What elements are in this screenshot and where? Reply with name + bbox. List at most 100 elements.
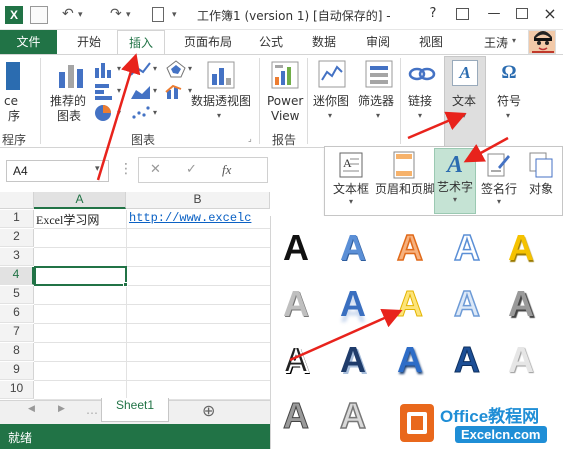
signature-line-item[interactable]: 签名行 ▾: [478, 148, 520, 214]
scatter-chart-icon[interactable]: [130, 104, 152, 122]
pivot-chart-dropdown-icon[interactable]: ▾: [217, 111, 221, 120]
wordart-style-17[interactable]: A: [325, 390, 381, 442]
wordart-style-1[interactable]: A: [268, 222, 324, 274]
customize-qat-icon[interactable]: ▾: [172, 10, 177, 20]
wordart-style-14[interactable]: A: [439, 334, 495, 386]
user-dropdown-icon[interactable]: ▾: [512, 36, 516, 45]
tab-page-layout[interactable]: 页面布局: [176, 30, 240, 54]
recommended-charts-label-1[interactable]: 推荐的: [50, 94, 86, 109]
row-header[interactable]: 5: [0, 286, 34, 304]
minimize-icon[interactable]: —: [485, 6, 503, 21]
sparkline-dropdown-icon[interactable]: ▾: [328, 111, 332, 120]
next-sheet-icon[interactable]: ▶: [58, 404, 65, 414]
link-dropdown-icon[interactable]: ▾: [418, 111, 422, 120]
redo-dropdown-icon[interactable]: ▾: [126, 10, 131, 20]
row-header[interactable]: 7: [0, 324, 34, 342]
avatar[interactable]: [528, 30, 556, 54]
column-header-b[interactable]: B: [126, 192, 270, 209]
sparkline-label[interactable]: 迷你图: [313, 94, 349, 109]
save-icon[interactable]: [30, 6, 48, 24]
object-item[interactable]: 对象: [521, 148, 561, 214]
name-box[interactable]: A4: [6, 160, 109, 182]
redo-icon[interactable]: ↷: [110, 6, 122, 22]
row-header[interactable]: 9: [0, 362, 34, 380]
area-chart-icon[interactable]: [130, 82, 152, 100]
column-chart-dropdown-icon[interactable]: ▾: [117, 64, 121, 73]
wordart-style-10[interactable]: A: [493, 278, 549, 330]
tab-insert[interactable]: 插入: [117, 30, 165, 54]
active-cell-a4[interactable]: [34, 266, 127, 286]
undo-icon[interactable]: ↶: [62, 6, 74, 22]
help-icon[interactable]: ?: [424, 6, 442, 21]
select-all-corner[interactable]: [0, 192, 34, 209]
row-header[interactable]: 6: [0, 305, 34, 323]
header-footer-item[interactable]: 页眉和页脚: [375, 148, 435, 214]
column-chart-icon[interactable]: [94, 60, 116, 78]
power-view-label-2[interactable]: View: [271, 109, 299, 124]
wordart-style-15[interactable]: A: [493, 334, 549, 386]
row-header[interactable]: 2: [0, 229, 34, 247]
power-view-label-1[interactable]: Power: [267, 94, 303, 109]
pivot-chart-label[interactable]: 数据透视图: [191, 94, 251, 109]
restore-icon[interactable]: [516, 8, 528, 19]
wordart-style-8[interactable]: A: [382, 278, 438, 330]
tab-file[interactable]: 文件: [0, 30, 57, 54]
scatter-chart-dropdown-icon[interactable]: ▾: [153, 108, 157, 117]
apps-label-2[interactable]: 序: [8, 109, 20, 124]
pie-chart-icon[interactable]: [94, 104, 114, 122]
pie-chart-dropdown-icon[interactable]: ▾: [117, 108, 121, 117]
dialog-launcher-icon[interactable]: ⌟: [248, 134, 252, 143]
row-header[interactable]: 8: [0, 343, 34, 361]
wordart-style-11[interactable]: A: [268, 334, 324, 386]
wordart-style-2[interactable]: A: [325, 222, 381, 274]
bar-chart-icon[interactable]: [94, 82, 116, 100]
filter-label[interactable]: 筛选器: [358, 94, 394, 109]
symbol-dropdown-icon[interactable]: ▾: [506, 111, 510, 120]
combo-chart-icon[interactable]: [165, 82, 187, 100]
sheet-more-icon[interactable]: …: [86, 403, 98, 417]
wordart-item[interactable]: A 艺术字 ▾: [434, 148, 476, 214]
add-sheet-icon[interactable]: ⊕: [202, 401, 215, 420]
symbol-label[interactable]: 符号: [497, 94, 521, 109]
radar-chart-dropdown-icon[interactable]: ▾: [188, 64, 192, 73]
recommended-charts-label-2[interactable]: 图表: [57, 109, 81, 124]
wordart-style-5[interactable]: A: [493, 222, 549, 274]
tab-formulas[interactable]: 公式: [250, 30, 292, 54]
wordart-style-16[interactable]: A: [268, 390, 324, 442]
tab-review[interactable]: 审阅: [357, 30, 399, 54]
bar-chart-dropdown-icon[interactable]: ▾: [117, 86, 121, 95]
text-label[interactable]: 文本: [452, 94, 476, 109]
line-chart-icon[interactable]: [130, 60, 152, 78]
undo-dropdown-icon[interactable]: ▾: [78, 10, 83, 20]
cell-a1[interactable]: Excel学习网: [36, 211, 99, 228]
wordart-dropdown-icon[interactable]: ▾: [435, 195, 475, 204]
insert-function-icon[interactable]: fx: [222, 162, 231, 178]
cancel-icon[interactable]: ✕: [150, 162, 161, 177]
signature-line-dropdown-icon[interactable]: ▾: [478, 197, 520, 206]
sheet-tab-sheet1[interactable]: Sheet1: [101, 398, 169, 422]
tab-home[interactable]: 开始: [67, 30, 111, 54]
print-preview-icon[interactable]: [152, 7, 164, 22]
text-dropdown-icon[interactable]: ▾: [462, 111, 466, 120]
wordart-style-3[interactable]: A: [382, 222, 438, 274]
wordart-style-4[interactable]: A: [439, 222, 495, 274]
wordart-style-7[interactable]: A: [325, 278, 381, 330]
row-header[interactable]: 3: [0, 248, 34, 266]
filter-dropdown-icon[interactable]: ▾: [376, 111, 380, 120]
cell-b1-hyperlink[interactable]: http://www.excelc: [129, 211, 267, 225]
textbox-dropdown-icon[interactable]: ▾: [327, 197, 375, 206]
name-box-dropdown-icon[interactable]: ▾: [95, 164, 100, 174]
fill-handle[interactable]: [123, 282, 128, 287]
ribbon-display-icon[interactable]: [456, 8, 469, 20]
row-header[interactable]: 10: [0, 381, 34, 399]
textbox-item[interactable]: A 文本框 ▾: [327, 148, 375, 214]
line-chart-dropdown-icon[interactable]: ▾: [153, 64, 157, 73]
wordart-style-6[interactable]: A: [268, 278, 324, 330]
tab-view[interactable]: 视图: [410, 30, 452, 54]
radar-chart-icon[interactable]: [165, 60, 187, 78]
row-header[interactable]: 1: [0, 210, 34, 228]
close-icon[interactable]: ×: [541, 4, 559, 23]
prev-sheet-icon[interactable]: ◀: [28, 404, 35, 414]
user-name[interactable]: 王涛: [484, 34, 508, 51]
area-chart-dropdown-icon[interactable]: ▾: [153, 86, 157, 95]
